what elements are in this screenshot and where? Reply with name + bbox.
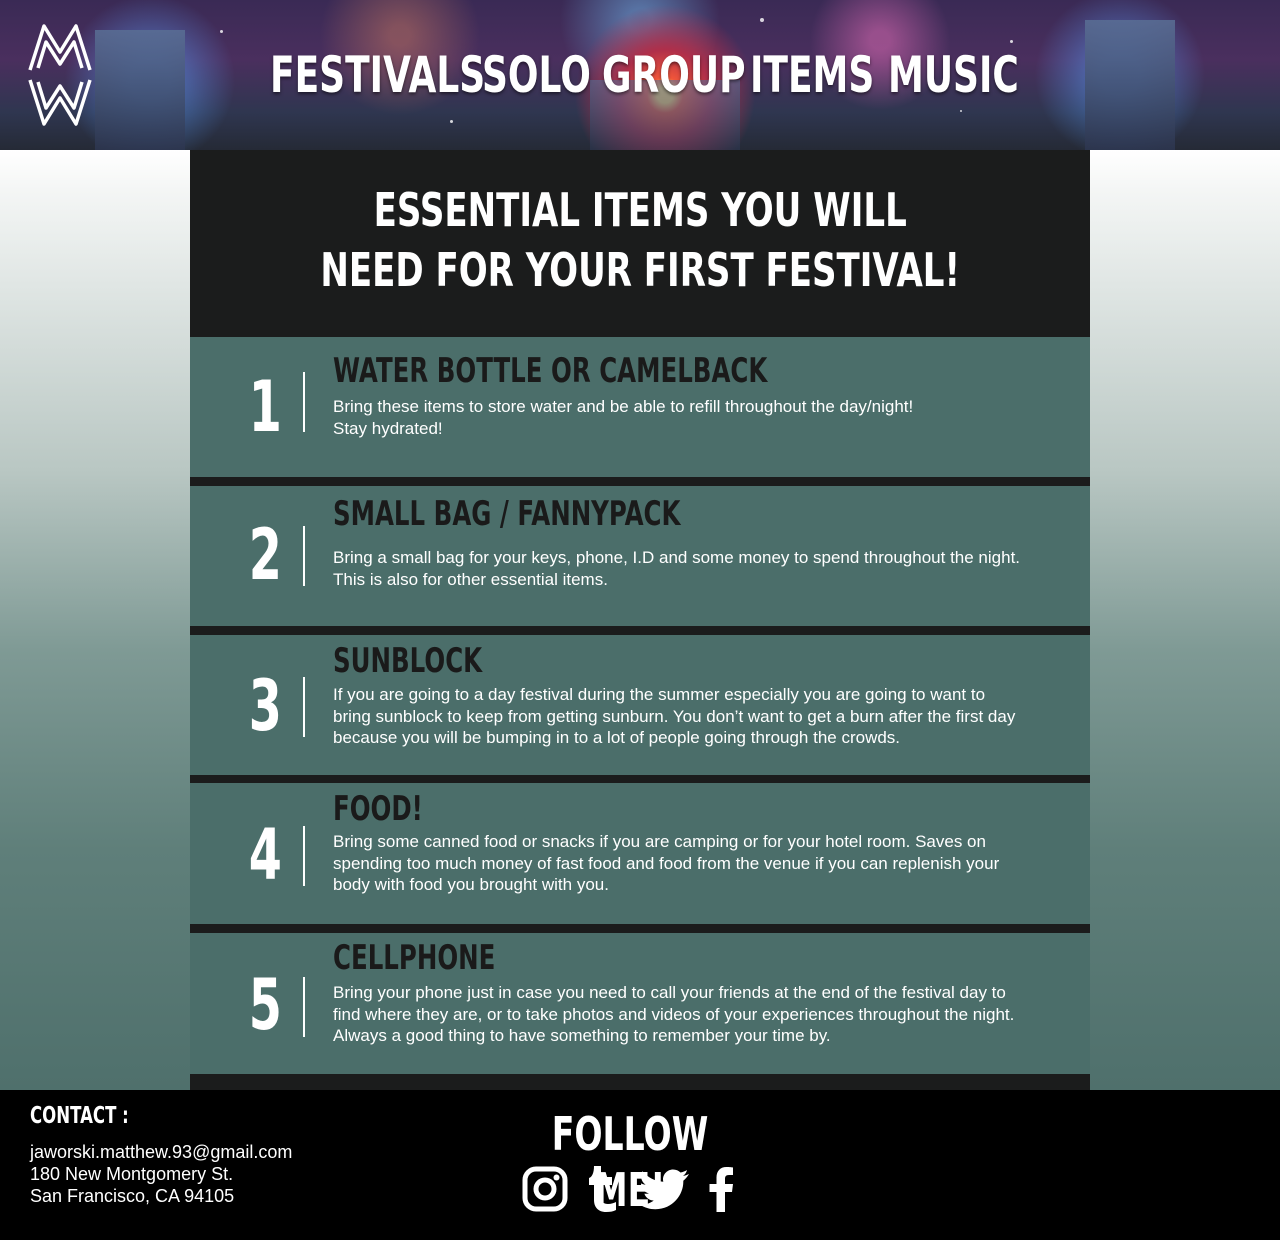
content-panel: ESSENTIAL ITEMS YOU WILL NEED FOR YOUR F… [190, 150, 1090, 1090]
stage-pillar-right [1085, 20, 1175, 150]
list-item-food: 4 FOOD! Bring some canned food or snacks… [190, 783, 1090, 924]
item-number: 1 [248, 366, 282, 448]
item-heading: CELLPHONE [333, 938, 496, 978]
list-item-water-bottle: 1 WATER BOTTLE OR CAMELBACK Bring these … [190, 337, 1090, 477]
item-divider [303, 977, 305, 1037]
item-divider [303, 372, 305, 432]
mw-logo[interactable] [26, 22, 94, 128]
page-title: ESSENTIAL ITEMS YOU WILL NEED FOR YOUR F… [190, 150, 1090, 336]
item-number: 2 [248, 514, 282, 596]
item-heading: SMALL BAG / FANNYPACK [333, 494, 681, 534]
item-heading: WATER BOTTLE OR CAMELBACK [333, 351, 768, 391]
nav-items[interactable]: ITEMS [750, 44, 874, 106]
list-item-small-bag: 2 SMALL BAG / FANNYPACK Bring a small ba… [190, 486, 1090, 626]
item-number: 5 [248, 964, 282, 1046]
tumblr-icon[interactable] [586, 1166, 622, 1212]
header-banner: FESTIVALS SOLO GROUP ITEMS MUSIC [0, 0, 1280, 150]
nav-group[interactable]: GROUP [602, 44, 745, 106]
nav-solo[interactable]: SOLO [482, 44, 591, 106]
item-heading: SUNBLOCK [333, 641, 483, 681]
item-description: If you are going to a day festival durin… [333, 685, 1016, 747]
list-item-cellphone: 5 CELLPHONE Bring your phone just in cas… [190, 933, 1090, 1074]
firework-spark [760, 18, 764, 22]
page-title-line2: NEED FOR YOUR FIRST FESTIVAL! [320, 243, 960, 297]
firework-spark [450, 120, 453, 123]
item-number: 3 [248, 665, 282, 747]
item-description: Bring these items to store water and be … [333, 397, 914, 438]
main-nav: FESTIVALS SOLO GROUP ITEMS MUSIC [270, 44, 1019, 106]
firework-spark [220, 30, 223, 33]
contact-email[interactable]: jaworski.matthew.93@gmail.com [30, 1141, 292, 1163]
nav-music[interactable]: MUSIC [888, 44, 1019, 106]
twitter-icon[interactable] [640, 1166, 690, 1212]
stage-pillar-left [95, 30, 185, 150]
contact-address-line1: 180 New Montgomery St. [30, 1164, 234, 1184]
item-heading: FOOD! [333, 789, 423, 829]
page-title-line1: ESSENTIAL ITEMS YOU WILL [373, 183, 907, 237]
contact-label: CONTACT : [30, 1103, 129, 1129]
item-divider [303, 677, 305, 737]
contact-address-line2: San Francisco, CA 94105 [30, 1186, 235, 1206]
instagram-icon[interactable] [522, 1166, 568, 1212]
list-item-sunblock: 3 SUNBLOCK If you are going to a day fes… [190, 635, 1090, 775]
item-number: 4 [248, 814, 282, 896]
nav-festivals[interactable]: FESTIVALS [270, 44, 485, 106]
item-description: Bring your phone just in case you need t… [333, 983, 1015, 1045]
item-description: Bring some canned food or snacks if you … [333, 832, 1000, 894]
item-description: Bring a small bag for your keys, phone, … [333, 548, 1021, 589]
firework-spark [1010, 40, 1013, 43]
footer: CONTACT : jaworski.matthew.93@gmail.com … [0, 1090, 1280, 1240]
facebook-icon[interactable] [707, 1166, 735, 1212]
item-divider [303, 826, 305, 886]
item-divider [303, 526, 305, 586]
firework-spark [960, 110, 962, 112]
